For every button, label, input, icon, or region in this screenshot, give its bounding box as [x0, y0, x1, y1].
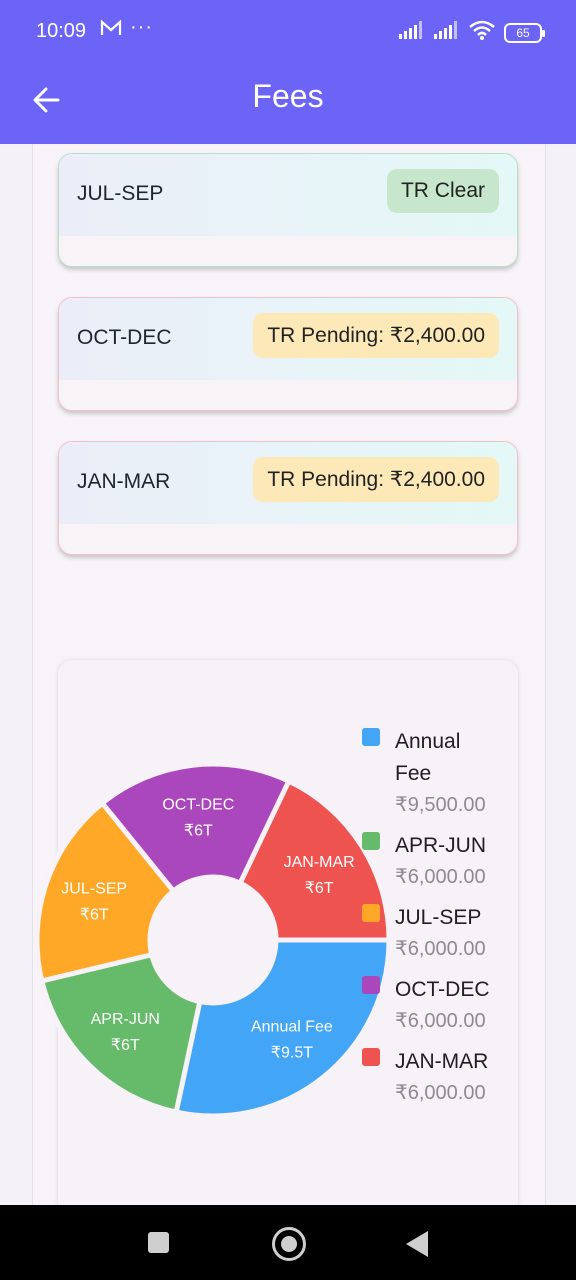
- slice-label-value: ₹6T: [184, 822, 213, 839]
- legend-value: ₹6,000.00: [395, 938, 486, 960]
- legend-name: OCT-DEC: [395, 978, 490, 1001]
- slice-label-name: JAN-MAR: [284, 854, 355, 871]
- slice-label-value: ₹6T: [305, 880, 334, 897]
- legend-swatch: [362, 728, 380, 746]
- legend-name: JUL-SEP: [395, 906, 482, 929]
- slice-label-name: APR-JUN: [91, 1011, 160, 1028]
- legend-name: APR-JUN: [395, 834, 487, 857]
- slice-label-name: OCT-DEC: [162, 796, 234, 813]
- legend-value: ₹9,500.00: [395, 794, 486, 816]
- legend-item-jul-sep: JUL-SEP ₹6,000.00: [362, 902, 562, 964]
- slice-label-name: Annual Fee: [251, 1019, 333, 1036]
- legend-name: JAN-MAR: [395, 1050, 489, 1073]
- legend-value: ₹6,000.00: [395, 1082, 486, 1104]
- chart-legend: Annual Fee ₹9,500.00 APR-JUN ₹6,000.00 J…: [362, 726, 562, 1118]
- slice-label-name: JUL-SEP: [61, 881, 127, 898]
- legend-item-jan-mar: JAN-MAR ₹6,000.00: [362, 1046, 562, 1108]
- legend-swatch: [362, 1048, 380, 1066]
- back-icon[interactable]: [406, 1231, 428, 1257]
- legend-item-oct-dec: OCT-DEC ₹6,000.00: [362, 974, 562, 1036]
- pie-slice-apr-jun[interactable]: [38, 951, 203, 1116]
- legend-swatch: [362, 976, 380, 994]
- slice-label-value: ₹9.5T: [271, 1045, 313, 1062]
- legend-name: Annual Fee: [395, 730, 461, 785]
- recents-icon[interactable]: [148, 1232, 169, 1253]
- system-nav-bar: [0, 1205, 576, 1280]
- legend-item-apr-jun: APR-JUN ₹6,000.00: [362, 830, 562, 892]
- slice-label-value: ₹6T: [111, 1037, 140, 1054]
- legend-value: ₹6,000.00: [395, 866, 486, 888]
- slice-label-value: ₹6T: [80, 907, 109, 924]
- legend-swatch: [362, 832, 380, 850]
- legend-item-annual-fee: Annual Fee ₹9,500.00: [362, 726, 562, 820]
- legend-swatch: [362, 904, 380, 922]
- legend-value: ₹6,000.00: [395, 1010, 486, 1032]
- home-icon[interactable]: [272, 1227, 306, 1261]
